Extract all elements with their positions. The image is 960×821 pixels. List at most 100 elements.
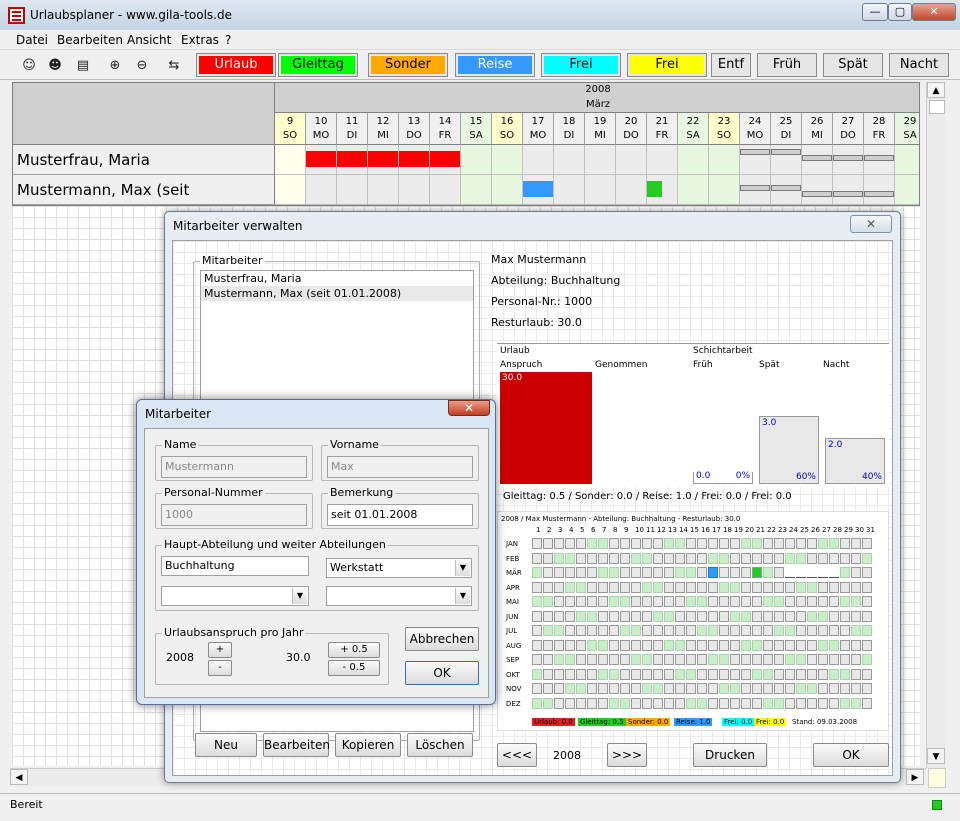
year-day-cell[interactable] <box>829 683 839 694</box>
year-day-cell[interactable] <box>818 668 828 680</box>
manage-ok-button[interactable]: OK <box>813 743 889 767</box>
year-day-cell[interactable] <box>653 610 663 622</box>
year-day-cell[interactable] <box>851 610 861 622</box>
year-day-cell[interactable] <box>664 538 674 549</box>
year-day-cell[interactable] <box>796 538 806 549</box>
day-cell[interactable] <box>306 175 337 205</box>
year-day-cell[interactable] <box>598 697 608 709</box>
year-day-cell[interactable] <box>620 697 630 709</box>
year-day-cell[interactable] <box>664 567 674 578</box>
year-day-cell[interactable] <box>708 697 718 709</box>
category-button-5[interactable]: Frei <box>627 53 707 77</box>
year-day-cell[interactable] <box>818 610 828 622</box>
menu-ansicht[interactable]: Ansicht <box>127 33 171 47</box>
year-day-cell[interactable] <box>554 625 564 636</box>
year-day-cell[interactable] <box>587 697 597 709</box>
year-day-cell[interactable] <box>829 610 839 622</box>
year-day-cell[interactable] <box>829 596 839 607</box>
year-day-cell[interactable] <box>642 610 652 622</box>
year-day-cell[interactable] <box>785 567 795 578</box>
year-day-cell[interactable] <box>862 683 872 694</box>
year-day-cell[interactable] <box>818 567 828 578</box>
year-day-cell[interactable] <box>642 552 652 564</box>
main-department-field[interactable]: Buchhaltung <box>161 556 309 576</box>
employee-close-button[interactable]: ✕ <box>448 400 490 416</box>
year-day-cell[interactable] <box>730 538 740 549</box>
year-day-cell[interactable] <box>686 610 696 622</box>
year-day-cell[interactable] <box>818 552 828 564</box>
year-day-cell[interactable] <box>741 567 751 578</box>
year-day-cell[interactable] <box>576 625 586 636</box>
year-day-cell[interactable] <box>620 610 630 622</box>
year-day-cell[interactable] <box>554 596 564 607</box>
year-day-cell[interactable] <box>565 610 575 622</box>
year-day-cell[interactable] <box>785 552 795 564</box>
year-day-cell[interactable] <box>796 581 806 593</box>
year-day-cell[interactable] <box>598 654 608 665</box>
day-cell[interactable] <box>864 175 895 205</box>
year-day-cell[interactable] <box>763 654 773 665</box>
year-day-cell[interactable] <box>818 625 828 636</box>
year-day-cell[interactable] <box>807 567 817 578</box>
day-cell[interactable] <box>306 145 337 175</box>
day-cell[interactable] <box>430 145 461 175</box>
year-day-cell[interactable] <box>598 581 608 593</box>
year-day-cell[interactable] <box>587 596 597 607</box>
year-day-cell[interactable] <box>653 639 663 651</box>
year-day-cell[interactable] <box>554 538 564 549</box>
year-day-cell[interactable] <box>565 538 575 549</box>
year-day-cell[interactable] <box>752 625 762 636</box>
year-day-cell[interactable] <box>829 625 839 636</box>
year-day-cell[interactable] <box>741 654 751 665</box>
day-cell[interactable] <box>461 145 492 175</box>
year-day-cell[interactable] <box>675 697 685 709</box>
year-day-cell[interactable] <box>719 639 729 651</box>
year-day-cell[interactable] <box>763 683 773 694</box>
year-day-cell[interactable] <box>741 697 751 709</box>
year-day-cell[interactable] <box>807 625 817 636</box>
year-day-cell[interactable] <box>697 683 707 694</box>
year-day-cell[interactable] <box>796 567 806 578</box>
year-day-cell[interactable] <box>609 567 619 578</box>
day-cell[interactable] <box>647 145 678 175</box>
cancel-button[interactable]: Abbrechen <box>405 627 479 651</box>
year-day-cell[interactable] <box>576 683 586 694</box>
year-day-cell[interactable] <box>620 639 630 651</box>
year-day-cell[interactable] <box>587 654 597 665</box>
year-day-cell[interactable] <box>862 668 872 680</box>
day-cell[interactable] <box>616 145 647 175</box>
year-day-cell[interactable] <box>686 538 696 549</box>
year-day-cell[interactable] <box>730 596 740 607</box>
year-day-cell[interactable] <box>741 625 751 636</box>
day-cell[interactable] <box>678 175 709 205</box>
minus-half-button[interactable]: - 0.5 <box>328 660 380 676</box>
year-day-cell[interactable] <box>653 654 663 665</box>
year-day-cell[interactable] <box>664 654 674 665</box>
day-cell[interactable] <box>802 145 833 175</box>
year-day-cell[interactable] <box>532 625 542 636</box>
year-day-cell[interactable] <box>730 697 740 709</box>
year-day-cell[interactable] <box>664 552 674 564</box>
year-day-cell[interactable] <box>829 552 839 564</box>
day-cell[interactable] <box>771 145 802 175</box>
menu-help[interactable]: ? <box>225 33 231 47</box>
year-day-cell[interactable] <box>774 552 784 564</box>
year-day-cell[interactable] <box>697 668 707 680</box>
year-day-cell[interactable] <box>576 581 586 593</box>
employee-row-max[interactable]: Mustermann, Max (seit 01.01.2008) <box>13 175 275 205</box>
year-day-cell[interactable] <box>664 668 674 680</box>
year-day-cell[interactable] <box>675 683 685 694</box>
year-day-cell[interactable] <box>653 596 663 607</box>
year-day-cell[interactable] <box>675 668 685 680</box>
year-day-cell[interactable] <box>851 596 861 607</box>
day-cell[interactable] <box>337 145 368 175</box>
year-day-cell[interactable] <box>543 538 553 549</box>
year-day-cell[interactable] <box>752 581 762 593</box>
year-day-cell[interactable] <box>862 610 872 622</box>
year-day-cell[interactable] <box>664 697 674 709</box>
year-day-cell[interactable] <box>543 668 553 680</box>
year-day-cell[interactable] <box>620 683 630 694</box>
year-day-cell[interactable] <box>752 683 762 694</box>
year-day-cell[interactable] <box>796 654 806 665</box>
year-day-cell[interactable] <box>598 538 608 549</box>
